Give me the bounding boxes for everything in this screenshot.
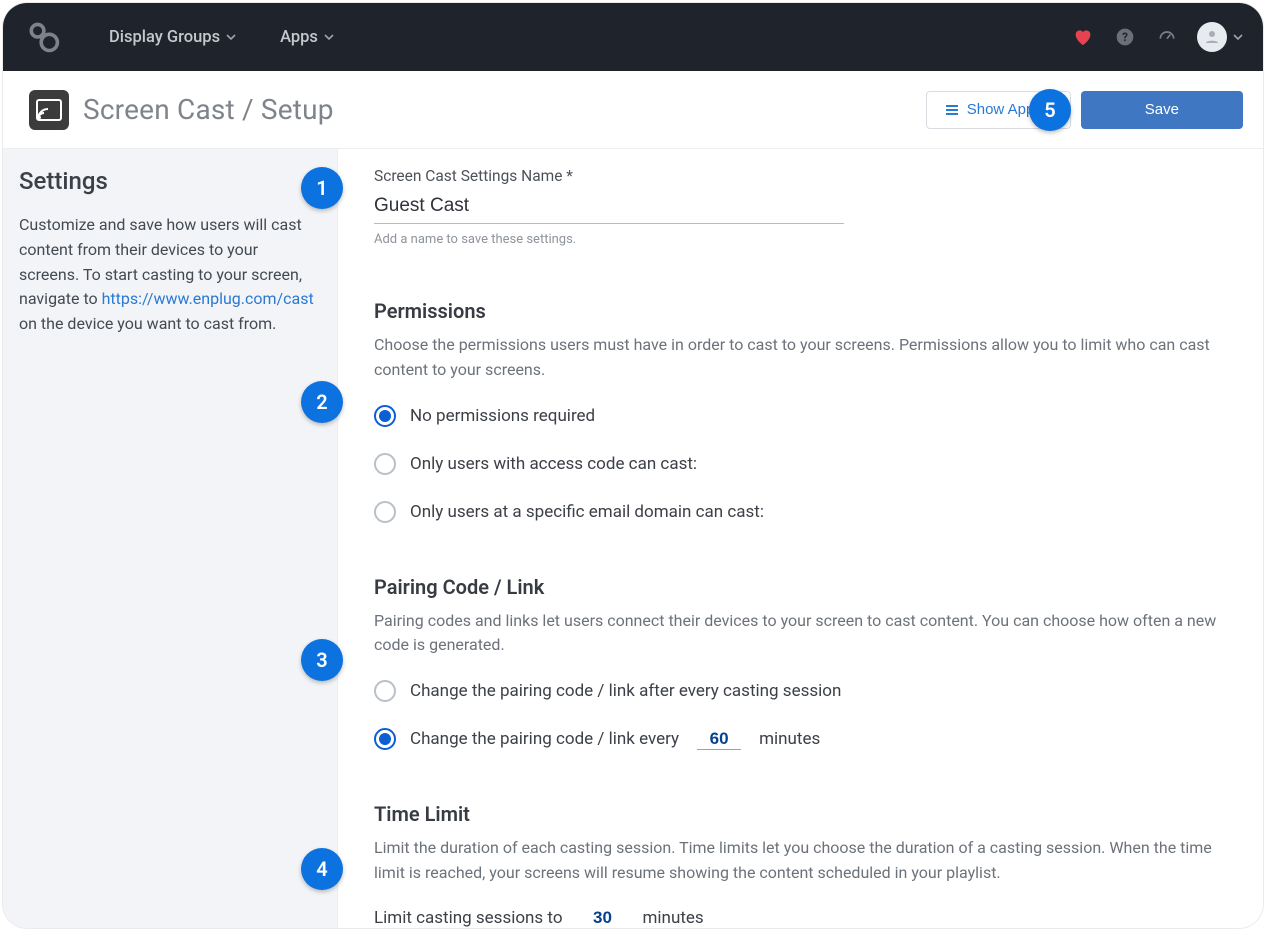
list-icon: [945, 103, 959, 117]
chevron-down-icon: [1233, 32, 1243, 42]
nav-apps[interactable]: Apps: [280, 28, 334, 47]
perm-radio-none[interactable]: No permissions required: [374, 405, 1223, 427]
time-limit-input[interactable]: [581, 908, 625, 928]
sidebar-description: Customize and save how users will cast c…: [19, 213, 315, 337]
field-hint: Add a name to save these settings.: [374, 232, 1223, 247]
time-limit-pre: Limit casting sessions to: [374, 908, 563, 928]
save-button[interactable]: Save: [1081, 91, 1243, 129]
main-content: Screen Cast Settings Name * Add a name t…: [338, 149, 1263, 928]
top-nav: Display Groups Apps ?: [3, 3, 1263, 71]
heart-icon[interactable]: [1073, 27, 1093, 47]
radio-icon: [374, 680, 396, 702]
field-label: Screen Cast Settings Name *: [374, 167, 1223, 185]
perm-radio-email-domain[interactable]: Only users at a specific email domain ca…: [374, 501, 1223, 523]
section-description: Limit the duration of each casting sessi…: [374, 836, 1223, 886]
svg-text:?: ?: [1122, 30, 1128, 44]
perm-radio-access-code[interactable]: Only users with access code can cast:: [374, 453, 1223, 475]
time-limit-row: Limit casting sessions to minutes: [374, 908, 1223, 928]
help-icon[interactable]: ?: [1115, 27, 1135, 47]
section-description: Choose the permissions users must have i…: [374, 333, 1223, 383]
pair-radio-interval[interactable]: Change the pairing code / link every min…: [374, 728, 1223, 750]
nav-label: Display Groups: [109, 28, 220, 47]
page-title: Screen Cast / Setup: [83, 93, 334, 126]
radio-label: Only users with access code can cast:: [410, 454, 697, 474]
nav-display-groups[interactable]: Display Groups: [109, 28, 236, 47]
brand-logo: [25, 19, 61, 55]
chevron-down-icon: [324, 32, 334, 42]
account-menu[interactable]: [1197, 22, 1243, 52]
section-heading: Permissions: [374, 299, 1223, 323]
time-limit-post: minutes: [643, 908, 704, 928]
time-limit-section: Time Limit Limit the duration of each ca…: [374, 802, 1223, 928]
permissions-section: Permissions Choose the permissions users…: [374, 299, 1223, 523]
pairing-section: Pairing Code / Link Pairing codes and li…: [374, 575, 1223, 751]
step-badge-2: 2: [301, 381, 343, 423]
section-heading: Pairing Code / Link: [374, 575, 1223, 599]
cast-app-icon: [29, 90, 69, 130]
step-badge-4: 4: [301, 848, 343, 890]
radio-label: Only users at a specific email domain ca…: [410, 502, 764, 522]
radio-label: Change the pairing code / link after eve…: [410, 681, 841, 701]
settings-name-field: Screen Cast Settings Name * Add a name t…: [374, 167, 1223, 247]
nav-label: Apps: [280, 28, 318, 47]
pair-radio-session[interactable]: Change the pairing code / link after eve…: [374, 680, 1223, 702]
radio-label: No permissions required: [410, 406, 595, 426]
chevron-down-icon: [226, 32, 236, 42]
step-badge-3: 3: [301, 639, 343, 681]
sidebar-heading: Settings: [19, 167, 315, 195]
settings-name-input[interactable]: [374, 193, 844, 224]
cast-link[interactable]: https://www.enplug.com/cast: [102, 289, 314, 308]
page-toolbar: Screen Cast / Setup Show Apps Save: [3, 71, 1263, 149]
radio-icon: [374, 453, 396, 475]
section-description: Pairing codes and links let users connec…: [374, 609, 1223, 659]
radio-label-post: minutes: [759, 729, 820, 749]
sidebar: Settings Customize and save how users wi…: [3, 149, 338, 928]
dashboard-icon[interactable]: [1157, 27, 1177, 47]
radio-icon: [374, 405, 396, 427]
radio-label-pre: Change the pairing code / link every: [410, 729, 679, 749]
radio-icon: [374, 728, 396, 750]
button-label: Save: [1145, 101, 1179, 118]
pair-minutes-input[interactable]: [697, 729, 741, 750]
step-badge-1: 1: [301, 167, 343, 209]
section-heading: Time Limit: [374, 802, 1223, 826]
avatar: [1197, 22, 1227, 52]
person-icon: [1203, 28, 1221, 46]
step-badge-5: 5: [1029, 89, 1071, 131]
radio-icon: [374, 501, 396, 523]
